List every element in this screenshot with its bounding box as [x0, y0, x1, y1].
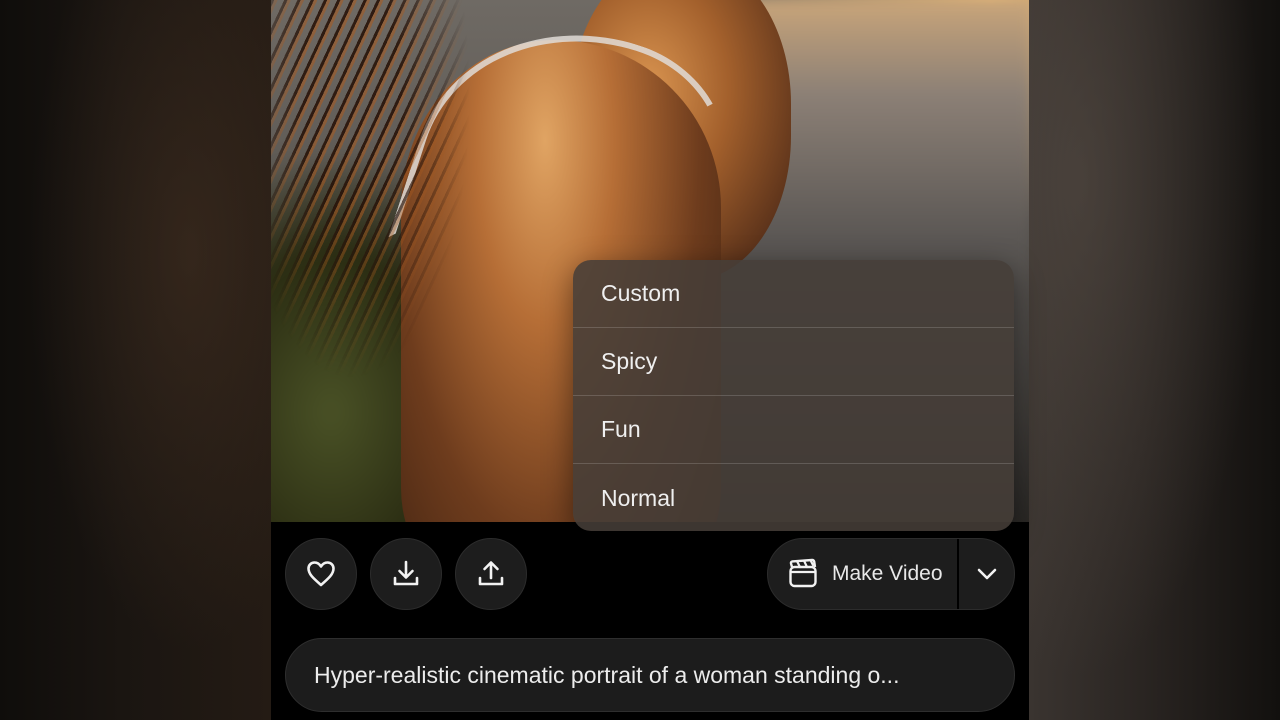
image-subject-hair — [271, 0, 471, 380]
make-video-button[interactable]: Make Video — [768, 539, 957, 609]
video-mode-menu: Custom Spicy Fun Normal — [573, 260, 1014, 531]
download-button[interactable] — [370, 538, 442, 610]
clapperboard-icon — [789, 558, 817, 588]
app-screen: Custom Spicy Fun Normal Make Video Hyper… — [0, 0, 1280, 720]
heart-icon — [307, 561, 335, 587]
menu-item-custom[interactable]: Custom — [573, 260, 1014, 328]
make-video-split-button: Make Video — [767, 538, 1015, 610]
like-button[interactable] — [285, 538, 357, 610]
share-icon — [478, 561, 504, 586]
make-video-label: Make Video — [832, 562, 943, 585]
chevron-down-icon — [977, 568, 996, 580]
prompt-text: Hyper-realistic cinematic portrait of a … — [314, 661, 900, 688]
download-icon — [393, 560, 419, 586]
blurred-backdrop-right — [1029, 0, 1280, 720]
share-button[interactable] — [455, 538, 527, 610]
menu-item-fun[interactable]: Fun — [573, 396, 1014, 464]
blurred-backdrop-left — [0, 0, 271, 720]
menu-item-normal[interactable]: Normal — [573, 464, 1014, 531]
menu-item-spicy[interactable]: Spicy — [573, 328, 1014, 396]
prompt-field[interactable]: Hyper-realistic cinematic portrait of a … — [285, 638, 1015, 712]
